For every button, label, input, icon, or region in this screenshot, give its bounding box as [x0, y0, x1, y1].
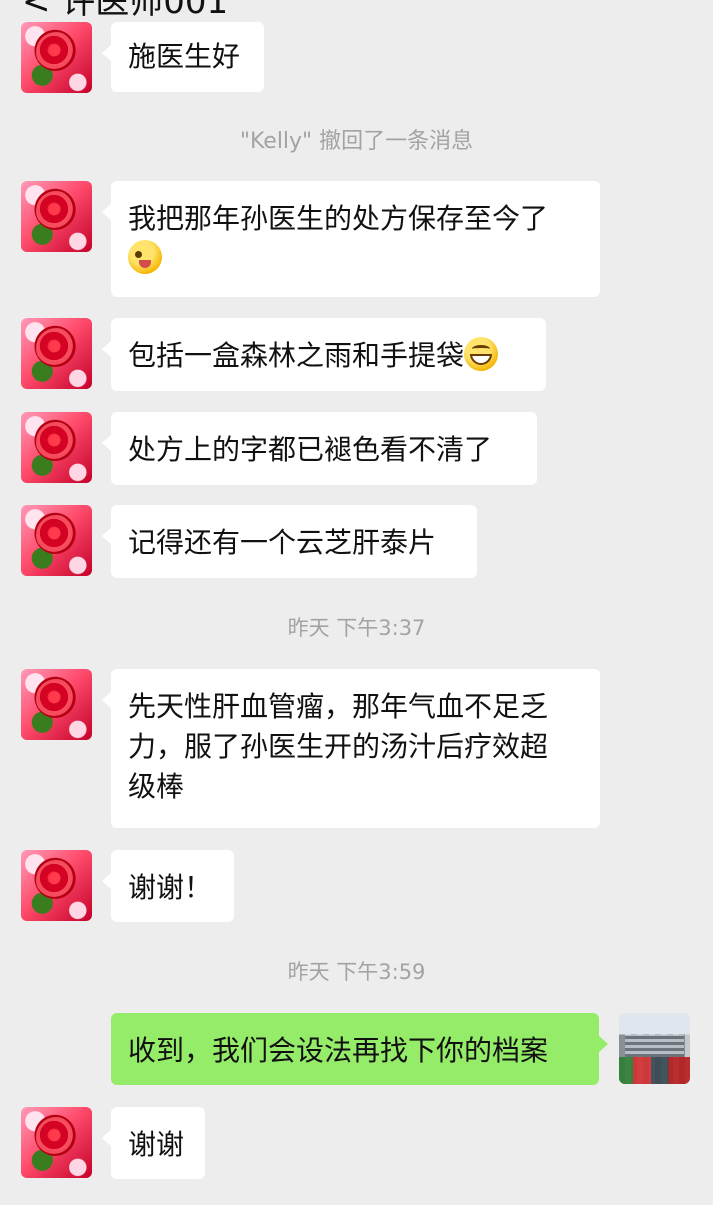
- chat-area[interactable]: 施医生好 "Kelly" 撤回了一条消息 我把那年孙医生的处方保存至今了 包括一…: [0, 0, 713, 1205]
- timestamp: 昨天 下午3:59: [287, 960, 426, 984]
- contact-avatar[interactable]: [21, 850, 92, 921]
- message-text-line: 先天性肝血管瘤，那年气血不足乏: [128, 690, 549, 723]
- contact-avatar[interactable]: [21, 22, 92, 93]
- message-text: 收到，我们会设法再找下你的档案: [128, 1034, 549, 1067]
- wink-tongue-emoji: [128, 240, 162, 274]
- self-avatar[interactable]: [619, 1013, 690, 1084]
- contact-avatar[interactable]: [21, 669, 92, 740]
- message-text: 记得还有一个云芝肝泰片: [128, 526, 437, 559]
- contact-avatar[interactable]: [21, 181, 92, 252]
- message-bubble-in[interactable]: 包括一盒森林之雨和手提袋: [102, 318, 546, 391]
- message-text: 谢谢: [128, 1128, 185, 1161]
- message-bubble-in[interactable]: 先天性肝血管瘤，那年气血不足乏 力，服了孙医生开的汤汁后疗效超 级棒: [102, 669, 600, 828]
- timestamp: 昨天 下午3:37: [287, 616, 426, 640]
- message-text: 谢谢！: [128, 871, 213, 904]
- contact-avatar[interactable]: [21, 412, 92, 483]
- message-bubble-in[interactable]: 我把那年孙医生的处方保存至今了: [102, 181, 600, 297]
- grinning-emoji: [464, 337, 499, 371]
- message-text-line: 力，服了孙医生开的汤汁后疗效超: [128, 730, 549, 763]
- contact-avatar[interactable]: [21, 1107, 92, 1178]
- message-text: 我把那年孙医生的处方保存至今了: [128, 202, 549, 235]
- message-bubble-in[interactable]: 施医生好: [102, 22, 264, 92]
- message-bubble-in[interactable]: 谢谢: [102, 1107, 205, 1179]
- message-text-line: 级棒: [128, 770, 185, 803]
- message-bubble-out[interactable]: 收到，我们会设法再找下你的档案: [111, 1013, 608, 1085]
- message-bubble-in[interactable]: 谢谢！: [102, 850, 234, 922]
- message-bubble-in[interactable]: 处方上的字都已褪色看不清了: [102, 412, 537, 485]
- contact-avatar[interactable]: [21, 505, 92, 576]
- message-text: 施医生好: [128, 40, 241, 73]
- message-text: 处方上的字都已褪色看不清了: [128, 433, 493, 466]
- contact-avatar[interactable]: [21, 318, 92, 389]
- message-text: 包括一盒森林之雨和手提袋: [128, 339, 465, 372]
- recall-notice: "Kelly" 撤回了一条消息: [239, 129, 474, 154]
- message-bubble-in[interactable]: 记得还有一个云芝肝泰片: [102, 505, 477, 578]
